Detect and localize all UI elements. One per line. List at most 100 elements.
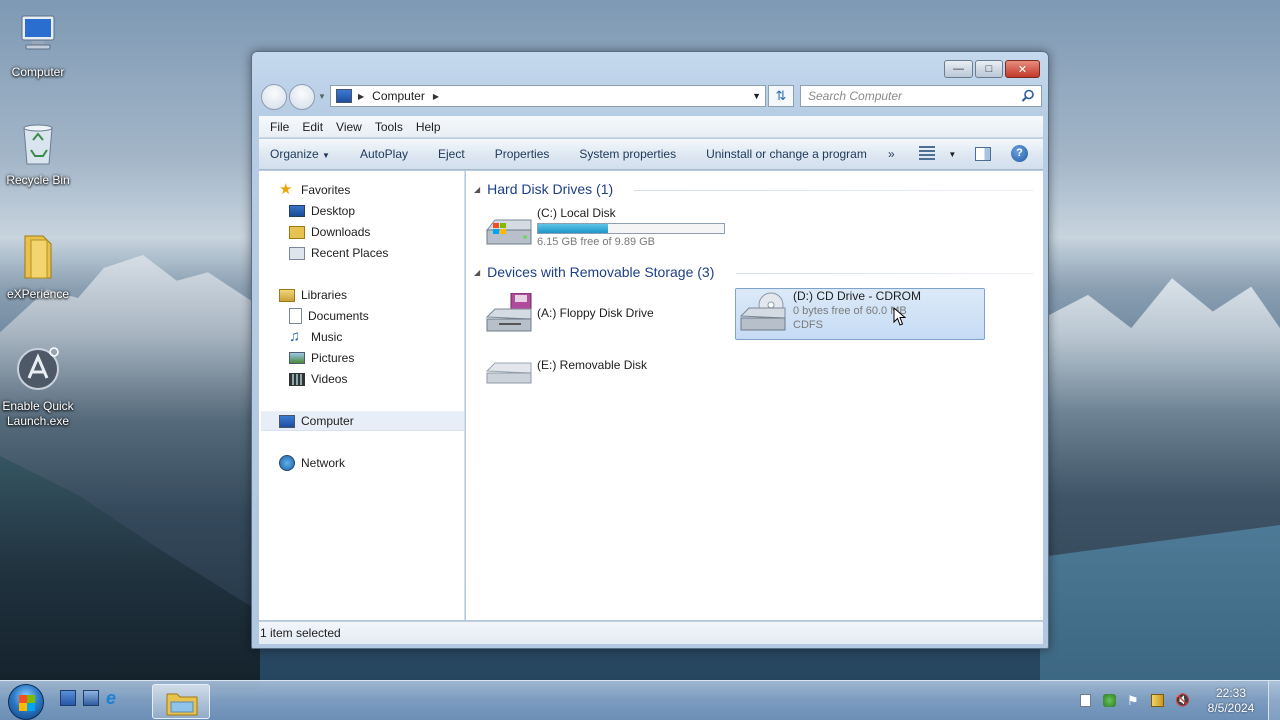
group-divider xyxy=(634,190,1034,191)
navigation-pane: ★ Favorites Desktop Downloads Recent Pla… xyxy=(259,171,465,620)
nav-videos[interactable]: Videos xyxy=(289,369,347,389)
nav-pictures[interactable]: Pictures xyxy=(289,348,354,368)
minimize-button[interactable]: — xyxy=(944,60,973,78)
explorer-folder-icon xyxy=(166,690,198,719)
refresh-button[interactable]: ⇅ xyxy=(768,85,794,107)
collapse-triangle-icon[interactable]: ◢ xyxy=(474,185,480,194)
organize-button[interactable]: Organize ▼ xyxy=(270,147,330,161)
maximize-button[interactable]: □ xyxy=(975,60,1003,78)
drive-name: (D:) CD Drive - CDROM xyxy=(793,289,921,303)
computer-icon xyxy=(0,10,76,62)
forward-button[interactable] xyxy=(289,84,315,110)
back-button[interactable] xyxy=(261,84,287,110)
preview-pane-button[interactable] xyxy=(975,147,991,161)
status-text: 1 item selected xyxy=(260,626,341,640)
search-icon[interactable] xyxy=(1021,89,1035,109)
quick-launch-app-icon xyxy=(0,346,76,396)
recent-pages-dropdown-icon[interactable]: ▼ xyxy=(318,92,326,101)
internet-explorer-icon[interactable]: e xyxy=(106,689,122,707)
computer-small-icon xyxy=(336,89,352,103)
nav-libraries[interactable]: Libraries xyxy=(279,285,347,305)
nav-label: Libraries xyxy=(301,288,348,302)
start-button[interactable] xyxy=(8,684,44,720)
nav-label: Documents xyxy=(308,309,369,323)
collapse-triangle-icon[interactable]: ◢ xyxy=(474,268,480,277)
breadcrumb-arrow-icon[interactable]: ▶ xyxy=(433,92,439,101)
removable-disk-icon xyxy=(485,359,533,390)
drive-c-local-disk[interactable]: (C:) Local Disk 6.15 GB free of 9.89 GB xyxy=(485,206,735,252)
show-desktop-button[interactable] xyxy=(1268,681,1280,720)
desktop-icon-label: Computer xyxy=(11,65,65,79)
drive-a-floppy[interactable]: (A:) Floppy Disk Drive xyxy=(485,292,725,338)
desktop-icon-computer[interactable]: Computer xyxy=(0,10,76,80)
menu-file[interactable]: File xyxy=(270,120,289,134)
tray-action-center-flag-icon[interactable]: ⚑ xyxy=(1127,694,1140,707)
address-dropdown-icon[interactable]: ▼ xyxy=(752,91,761,101)
drive-d-cd-drive[interactable]: (D:) CD Drive - CDROM 0 bytes free of 60… xyxy=(739,289,983,339)
drive-e-removable-disk[interactable]: (E:) Removable Disk xyxy=(485,353,725,393)
desktop-icon-label: eXPerience xyxy=(6,287,70,301)
system-clock[interactable]: 22:33 8/5/2024 xyxy=(1200,686,1262,716)
tray-document-icon[interactable] xyxy=(1080,694,1091,707)
switch-windows-quick-icon[interactable] xyxy=(83,690,99,706)
recent-places-icon xyxy=(289,246,305,260)
search-input[interactable]: Search Computer xyxy=(800,85,1042,107)
documents-icon xyxy=(289,308,302,324)
recycle-bin-icon xyxy=(0,120,76,170)
drive-name: (A:) Floppy Disk Drive xyxy=(537,306,654,320)
help-button[interactable]: ? xyxy=(1011,145,1028,162)
libraries-icon xyxy=(279,288,295,302)
tray-network-icon[interactable] xyxy=(1151,694,1164,707)
view-tiles-icon xyxy=(919,146,935,160)
nav-downloads[interactable]: Downloads xyxy=(289,222,370,242)
uninstall-program-button[interactable]: Uninstall or change a program xyxy=(706,147,867,161)
menu-tools[interactable]: Tools xyxy=(375,120,403,134)
downloads-folder-icon xyxy=(289,225,305,239)
videos-icon xyxy=(289,372,305,386)
desktop-icon-recycle-bin[interactable]: Recycle Bin xyxy=(0,120,76,188)
floppy-drive-icon xyxy=(485,292,533,338)
eject-button[interactable]: Eject xyxy=(438,147,465,161)
show-desktop-quick-icon[interactable] xyxy=(60,690,76,706)
menu-bar: File Edit View Tools Help xyxy=(259,116,1043,138)
menu-view[interactable]: View xyxy=(336,120,362,134)
nav-desktop[interactable]: Desktop xyxy=(289,201,355,221)
menu-edit[interactable]: Edit xyxy=(302,120,323,134)
breadcrumb-arrow-icon[interactable]: ▶ xyxy=(358,92,364,101)
address-bar[interactable]: ▶ Computer ▶ ▼ xyxy=(330,85,766,107)
group-divider xyxy=(736,273,1034,274)
more-commands-button[interactable]: » xyxy=(888,147,895,161)
nav-label: Music xyxy=(311,330,343,344)
nav-label: Pictures xyxy=(311,351,355,365)
menu-help[interactable]: Help xyxy=(416,120,441,134)
organize-label: Organize xyxy=(270,147,319,161)
nav-computer[interactable]: Computer xyxy=(261,411,464,431)
properties-button[interactable]: Properties xyxy=(495,147,550,161)
nav-documents[interactable]: Documents xyxy=(289,306,369,326)
desktop-icon-experience[interactable]: eXPerience xyxy=(0,234,76,302)
tray-security-icon[interactable] xyxy=(1103,694,1116,707)
group-header-hard-disk-drives[interactable]: ◢ Hard Disk Drives (1) xyxy=(474,181,613,197)
tray-volume-muted-icon[interactable]: 🔇 xyxy=(1175,694,1190,707)
group-header-label: Devices with Removable Storage (3) xyxy=(487,264,715,280)
clock-date: 8/5/2024 xyxy=(1207,701,1255,715)
change-view-button[interactable]: ▼ xyxy=(919,146,956,163)
chevron-down-icon: ▼ xyxy=(322,151,330,160)
cd-drive-icon xyxy=(739,292,787,337)
system-properties-button[interactable]: System properties xyxy=(579,147,676,161)
desktop-icon-quick-launch[interactable]: Enable Quick Launch.exe xyxy=(0,346,76,429)
nav-music[interactable]: ♫ Music xyxy=(289,327,342,347)
nav-label: Network xyxy=(301,456,346,470)
breadcrumb-computer[interactable]: Computer xyxy=(372,89,425,103)
taskbar-explorer-button[interactable] xyxy=(152,684,210,719)
mouse-cursor-icon xyxy=(893,306,907,330)
nav-favorites[interactable]: ★ Favorites xyxy=(279,180,350,200)
nav-recent-places[interactable]: Recent Places xyxy=(289,243,388,263)
nav-network[interactable]: Network xyxy=(279,453,345,473)
desktop-icon xyxy=(289,205,305,217)
computer-icon xyxy=(279,414,295,428)
autoplay-button[interactable]: AutoPlay xyxy=(360,147,408,161)
group-header-removable-storage[interactable]: ◢ Devices with Removable Storage (3) xyxy=(474,264,714,280)
close-button[interactable]: ✕ xyxy=(1005,60,1040,78)
desktop-icon-label: Recycle Bin xyxy=(6,173,70,187)
